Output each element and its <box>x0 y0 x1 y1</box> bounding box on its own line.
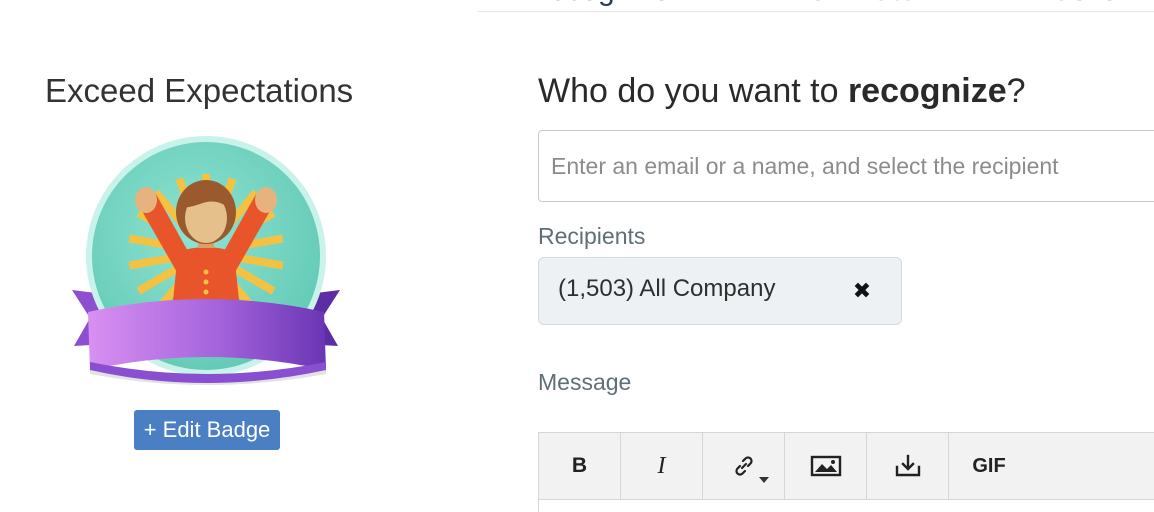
recipient-search-input[interactable] <box>538 130 1154 202</box>
editor-toolbar: B I GIF <box>538 432 1154 500</box>
edit-badge-button[interactable]: + Edit Badge <box>134 410 280 450</box>
recognition-page: Recognize Nominate Tasks Exceed Expectat… <box>0 0 1154 512</box>
image-icon <box>810 455 841 477</box>
link-icon <box>734 456 753 476</box>
badge-illustration <box>72 136 340 385</box>
insert-file-button[interactable] <box>867 433 949 499</box>
remove-recipient-icon[interactable]: ✖ <box>849 278 875 304</box>
heading-text: Who do you want to <box>538 72 848 110</box>
tab-recognize[interactable]: Recognize <box>528 0 670 8</box>
message-editor-body[interactable] <box>538 500 1154 512</box>
italic-button[interactable]: I <box>621 433 703 499</box>
message-label: Message <box>538 369 632 395</box>
insert-link-button[interactable] <box>703 433 785 499</box>
italic-button-label: I <box>657 452 666 479</box>
gif-button-label: GIF <box>972 454 1006 477</box>
tab-tasks[interactable]: Tasks <box>1040 0 1117 8</box>
badge-title: Exceed Expectations <box>45 72 354 109</box>
recipients-label: Recipients <box>538 223 646 249</box>
top-tabs: Recognize Nominate Tasks <box>0 0 1154 14</box>
form-heading: Who do you want to recognize? <box>538 72 1026 111</box>
recipient-chip: (1,503) All Company ✖ <box>538 257 902 325</box>
recipient-chip-label: (1,503) All Company <box>558 275 776 302</box>
heading-emphasis: recognize <box>847 72 1007 110</box>
chevron-down-icon <box>759 477 769 483</box>
download-icon <box>895 454 920 477</box>
heading-punctuation: ? <box>1006 72 1026 110</box>
insert-gif-button[interactable]: GIF <box>949 433 1029 499</box>
insert-image-button[interactable] <box>785 433 867 499</box>
bold-button[interactable]: B <box>539 433 621 499</box>
bold-button-label: B <box>571 454 588 477</box>
tab-nominate[interactable]: Nominate <box>788 0 916 8</box>
tabs-divider <box>478 11 1154 12</box>
